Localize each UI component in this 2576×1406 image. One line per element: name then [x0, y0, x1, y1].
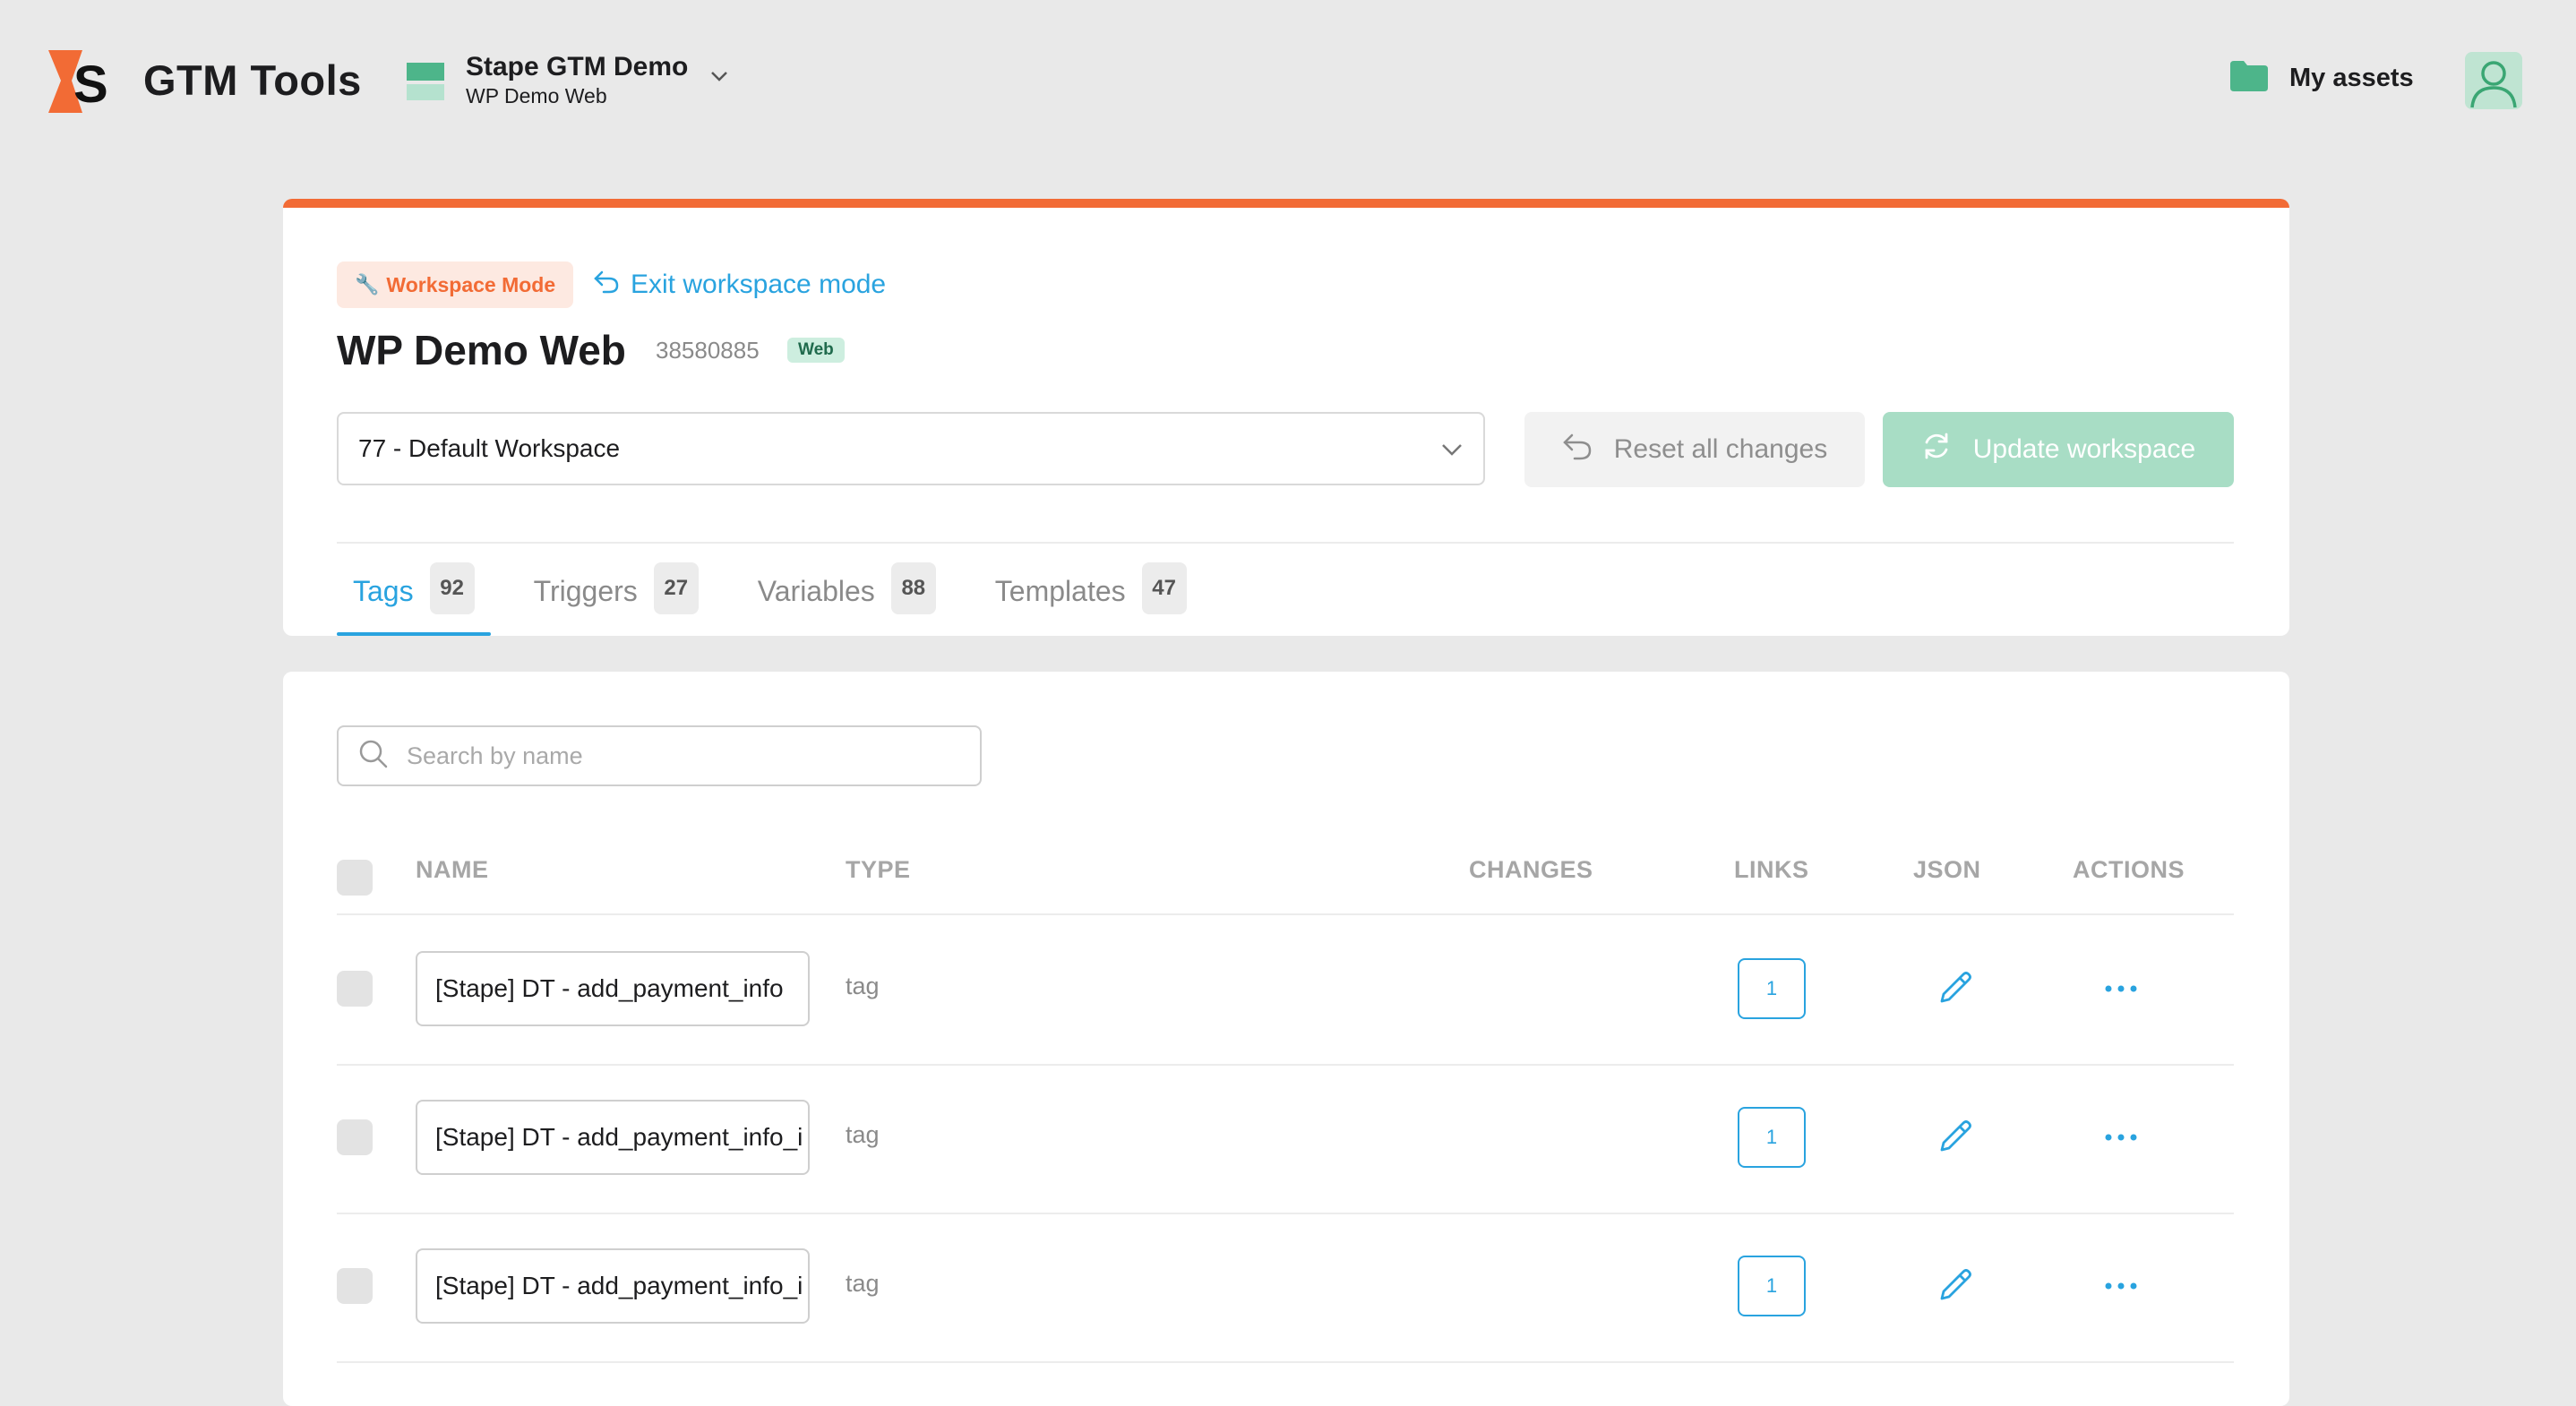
table-header: NAME TYPE CHANGES LINKS JSON ACTIONS [337, 856, 2234, 915]
tag-name-field[interactable]: [Stape] DT - add_payment_info_i [416, 1100, 810, 1175]
more-horizontal-icon[interactable] [2096, 1116, 2146, 1159]
top-bar: S GTM Tools Stape GTM Demo WP Demo Web M… [0, 0, 2576, 161]
tag-type: tag [846, 973, 880, 999]
column-header-name[interactable]: NAME [416, 856, 489, 884]
undo-arrow-icon [593, 269, 631, 301]
tab-triggers[interactable]: Triggers 27 [518, 559, 715, 636]
stape-logo[interactable]: S [47, 48, 109, 115]
row-checkbox[interactable] [337, 1268, 373, 1304]
tab-tags[interactable]: Tags 92 [337, 559, 491, 636]
container-type-badge: Web [787, 338, 845, 363]
svg-text:S: S [73, 56, 108, 114]
reset-label: Reset all changes [1613, 434, 1828, 464]
column-header-changes: CHANGES [1469, 856, 1593, 883]
card-accent-bar [283, 199, 2289, 208]
divider [337, 542, 2234, 544]
tab-bar: Tags 92 Triggers 27 Variables 88 Templat… [337, 559, 1230, 636]
workspace-select-value: 77 - Default Workspace [358, 434, 621, 462]
tab-label: Templates [994, 575, 1126, 607]
column-header-json: JSON [1913, 856, 1981, 883]
container-subtitle: WP Demo Web [466, 84, 607, 107]
wrench-icon: 🔧 [355, 273, 380, 296]
app-title: GTM Tools [143, 56, 362, 104]
pencil-icon[interactable] [1931, 1263, 1978, 1314]
undo-arrow-icon [1562, 432, 1614, 467]
tag-name-field[interactable]: [Stape] DT - add_payment_info [416, 951, 810, 1026]
links-count-button[interactable]: 1 [1738, 1256, 1806, 1316]
more-horizontal-icon[interactable] [2096, 967, 2146, 1010]
folder-icon [2230, 61, 2268, 96]
column-header-type[interactable]: TYPE [846, 856, 911, 884]
update-label: Update workspace [1972, 434, 2196, 464]
tab-variables[interactable]: Variables 88 [742, 559, 952, 636]
search-icon [358, 739, 389, 774]
refresh-icon [1921, 431, 1973, 468]
workspace-select[interactable]: 77 - Default Workspace [337, 412, 1485, 485]
update-workspace-button[interactable]: Update workspace [1883, 412, 2234, 487]
links-count-button[interactable]: 1 [1738, 958, 1806, 1019]
tab-label: Variables [757, 575, 875, 607]
tab-templates[interactable]: Templates 47 [979, 559, 1203, 636]
tab-label: Tags [353, 575, 414, 607]
tab-count-badge: 27 [653, 562, 699, 614]
workspace-header-card: 🔧 Workspace Mode Exit workspace mode WP … [283, 199, 2289, 636]
container-switcher[interactable]: Stape GTM Demo WP Demo Web [407, 52, 729, 109]
tab-label: Triggers [533, 575, 638, 607]
container-id: 38580885 [656, 337, 760, 364]
row-checkbox[interactable] [337, 971, 373, 1007]
workspace-mode-label: Workspace Mode [386, 272, 556, 296]
workspace-mode-badge: 🔧 Workspace Mode [337, 261, 574, 308]
tab-count-badge: 92 [429, 562, 475, 614]
tag-type: tag [846, 1270, 880, 1297]
exit-workspace-link[interactable]: Exit workspace mode [593, 265, 886, 304]
tab-count-badge: 88 [890, 562, 936, 614]
chevron-down-icon [709, 70, 729, 87]
reset-all-changes-button[interactable]: Reset all changes [1524, 412, 1865, 487]
pencil-icon[interactable] [1931, 965, 1978, 1016]
column-header-actions: ACTIONS [2073, 856, 2185, 883]
pencil-icon[interactable] [1931, 1114, 1978, 1165]
container-name: Stape GTM Demo [466, 52, 689, 81]
table-row: [Stape] DT - add_payment_info tag 1 [337, 915, 2234, 1066]
row-checkbox[interactable] [337, 1119, 373, 1155]
my-assets-label: My assets [2289, 64, 2414, 92]
more-horizontal-icon[interactable] [2096, 1265, 2146, 1307]
tab-count-badge: 47 [1141, 562, 1187, 614]
search-box [337, 725, 982, 786]
table-row: [Stape] DT - add_payment_info_i tag 1 [337, 1213, 2234, 1363]
select-all-checkbox[interactable] [337, 860, 373, 896]
page-title: WP Demo Web [337, 327, 626, 373]
user-avatar-icon[interactable] [2465, 52, 2522, 109]
container-icon [407, 63, 444, 100]
table-row: [Stape] DT - add_payment_info_i tag 1 [337, 1064, 2234, 1214]
column-header-links: LINKS [1734, 856, 1809, 883]
exit-workspace-label: Exit workspace mode [631, 270, 887, 299]
tags-table-card: NAME TYPE CHANGES LINKS JSON ACTIONS [St… [283, 672, 2289, 1406]
chevron-down-icon [1440, 434, 1464, 463]
search-input[interactable] [405, 741, 946, 771]
tag-name-field[interactable]: [Stape] DT - add_payment_info_i [416, 1248, 810, 1324]
links-count-button[interactable]: 1 [1738, 1107, 1806, 1168]
my-assets-button[interactable]: My assets [2230, 61, 2414, 96]
tag-type: tag [846, 1121, 880, 1148]
